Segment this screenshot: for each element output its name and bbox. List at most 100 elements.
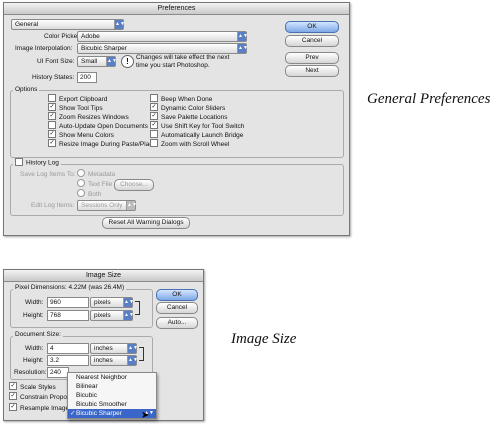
- option-auto-update-documents[interactable]: Auto-Update Open Documents: [48, 121, 148, 131]
- chevron-down-icon: ▲▼: [106, 57, 117, 66]
- scale-styles-checkbox[interactable]: ✓ Scale Styles: [9, 382, 56, 392]
- image-size-title: Image Size: [4, 270, 203, 282]
- reset-warnings-button[interactable]: Reset All Warning Dialogs: [102, 217, 190, 229]
- checkbox[interactable]: ✓: [150, 121, 158, 130]
- checkbox[interactable]: ✓: [9, 382, 17, 391]
- width-unit-select[interactable]: pixels ▲▼: [90, 297, 134, 308]
- edit-log-label: Edit Log Items:: [31, 202, 75, 209]
- option-show-menu-colors[interactable]: ✓ Show Menu Colors: [48, 130, 114, 140]
- pixel-dimensions-label: Pixel Dimensions:: [15, 284, 67, 291]
- auto-button[interactable]: Auto...: [156, 317, 198, 329]
- radio-button[interactable]: [77, 169, 85, 178]
- checkbox[interactable]: ✓: [9, 403, 17, 412]
- constrain-proportions-checkbox[interactable]: ✓ Constrain Proportio: [9, 392, 76, 402]
- menu-item-nearest-neighbor[interactable]: Nearest Neighbor: [68, 373, 156, 382]
- history-states-label: History States:: [32, 74, 75, 81]
- option-shift-key-tool-switch[interactable]: ✓ Use Shift Key for Tool Switch: [150, 121, 245, 131]
- save-log-label: Save Log Items To:: [20, 171, 76, 178]
- option-label: Zoom Resizes Windows: [59, 114, 129, 121]
- checkmark-icon: ✓: [70, 410, 76, 417]
- chevron-down-icon: ▲▼: [123, 311, 134, 320]
- options-label: Options: [13, 86, 40, 94]
- height-unit-select[interactable]: pixels ▲▼: [90, 310, 134, 321]
- info-icon: !: [121, 55, 134, 68]
- radio-button[interactable]: [77, 179, 85, 188]
- chevron-down-icon: ▲▼: [237, 44, 248, 53]
- option-save-palette-locations[interactable]: ✓ Save Palette Locations: [150, 112, 228, 122]
- resolution-input[interactable]: 240: [47, 367, 69, 378]
- option-launch-bridge[interactable]: Automatically Launch Bridge: [150, 130, 244, 140]
- checkbox[interactable]: ✓: [150, 112, 158, 121]
- option-label: Show Tool Tips: [59, 105, 103, 112]
- doc-height-label: Height:: [23, 357, 44, 364]
- section-select[interactable]: General ▲▼: [11, 19, 125, 30]
- checkbox[interactable]: ✓: [150, 103, 158, 112]
- color-picker-value: Adobe: [81, 33, 100, 40]
- radio-text-file[interactable]: Text File: [77, 179, 112, 189]
- color-picker-select[interactable]: Adobe ▲▼: [77, 31, 248, 42]
- radio-both[interactable]: Both: [77, 189, 101, 199]
- doc-height-input[interactable]: 3.2: [47, 355, 89, 366]
- preferences-dialog: Preferences General ▲▼ Color Picker: Ado…: [3, 2, 350, 236]
- link-bracket-icon: [139, 347, 144, 361]
- option-label: Export Clipboard: [59, 96, 108, 103]
- prev-button[interactable]: Prev: [285, 52, 339, 64]
- option-beep-when-done[interactable]: Beep When Done: [150, 94, 213, 104]
- checkbox[interactable]: [150, 94, 158, 103]
- caption-image-size: Image Size: [231, 331, 297, 347]
- ui-font-select[interactable]: Small ▲▼: [77, 56, 117, 67]
- history-log-label: History Log: [26, 159, 59, 167]
- resample-image-checkbox[interactable]: ✓ Resample Image:: [9, 403, 71, 413]
- option-resize-image-paste[interactable]: ✓ Resize Image During Paste/Place: [48, 139, 156, 149]
- ui-font-note-line2: time you start Photoshop.: [136, 62, 210, 69]
- checkbox[interactable]: ✓: [48, 103, 56, 112]
- width-unit-value: pixels: [94, 299, 111, 306]
- interpolation-label: Image Interpolation:: [15, 45, 73, 52]
- doc-height-unit-select[interactable]: inches ▲▼: [90, 355, 138, 366]
- checkbox[interactable]: [150, 139, 158, 148]
- option-label: Automatically Launch Bridge: [161, 132, 244, 139]
- option-dynamic-color-sliders[interactable]: ✓ Dynamic Color Sliders: [150, 103, 226, 113]
- height-input[interactable]: 768: [47, 310, 89, 321]
- radio-metadata[interactable]: Metadata: [77, 169, 115, 179]
- doc-width-input[interactable]: 4: [47, 343, 89, 354]
- history-states-input[interactable]: 200: [77, 72, 97, 83]
- option-label: Zoom with Scroll Wheel: [161, 141, 230, 148]
- width-input[interactable]: 960: [47, 297, 89, 308]
- checkbox[interactable]: ✓: [48, 112, 56, 121]
- option-zoom-scroll-wheel[interactable]: Zoom with Scroll Wheel: [150, 139, 230, 149]
- option-label: Beep When Done: [161, 96, 213, 103]
- checkbox[interactable]: [150, 130, 158, 139]
- cancel-button[interactable]: Cancel: [285, 35, 339, 47]
- cancel-button[interactable]: Cancel: [156, 302, 198, 314]
- menu-item-bicubic-smoother[interactable]: Bicubic Smoother: [68, 400, 156, 409]
- next-button[interactable]: Next: [285, 65, 339, 77]
- option-label: Save Palette Locations: [161, 114, 228, 121]
- option-export-clipboard[interactable]: Export Clipboard: [48, 94, 108, 104]
- choose-button[interactable]: Choose...: [114, 179, 154, 191]
- option-show-tool-tips[interactable]: ✓ Show Tool Tips: [48, 103, 103, 113]
- menu-item-bicubic[interactable]: Bicubic: [68, 391, 156, 400]
- pixel-dimensions-value: 4.22M (was 26.4M): [68, 284, 125, 291]
- option-label: Dynamic Color Sliders: [161, 105, 226, 112]
- ok-button[interactable]: OK: [156, 289, 198, 301]
- doc-width-unit-value: inches: [94, 345, 113, 352]
- option-label: Use Shift Key for Tool Switch: [161, 123, 245, 130]
- checkbox[interactable]: [15, 158, 23, 166]
- checkbox[interactable]: ✓: [9, 392, 17, 401]
- doc-width-unit-select[interactable]: inches ▲▼: [90, 343, 138, 354]
- ok-button[interactable]: OK: [285, 21, 339, 33]
- chevron-down-icon: ▲▼: [114, 20, 125, 29]
- option-zoom-resizes-windows[interactable]: ✓ Zoom Resizes Windows: [48, 112, 129, 122]
- checkbox[interactable]: ✓: [48, 130, 56, 139]
- checkbox[interactable]: [48, 94, 56, 103]
- radio-button[interactable]: [77, 189, 85, 198]
- edit-log-select[interactable]: Sessions Only ▲▼: [77, 200, 137, 211]
- checkbox[interactable]: [48, 121, 56, 130]
- checkbox[interactable]: ✓: [48, 139, 56, 148]
- ui-font-label: UI Font Size:: [37, 58, 75, 65]
- height-label: Height:: [23, 312, 44, 319]
- menu-item-bilinear[interactable]: Bilinear: [68, 382, 156, 391]
- history-log-toggle[interactable]: History Log: [13, 158, 61, 168]
- option-label: Show Menu Colors: [59, 132, 114, 139]
